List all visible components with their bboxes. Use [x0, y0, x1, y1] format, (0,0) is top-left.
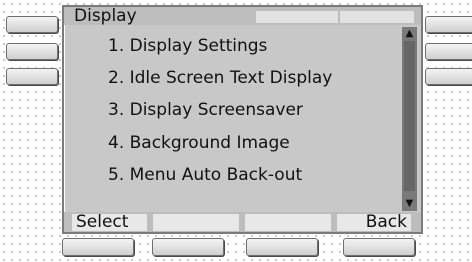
header-tab-segment	[340, 11, 414, 23]
line-key-left-3[interactable]	[6, 68, 58, 85]
line-key-right-1[interactable]	[425, 16, 472, 33]
hard-softkey-1[interactable]	[62, 238, 134, 256]
arrow-down-icon[interactable]: ▼	[402, 199, 417, 209]
hard-softkey-4[interactable]	[343, 238, 415, 256]
menu-list: 1. Display Settings 2. Idle Screen Text …	[64, 27, 402, 211]
softkey-2[interactable]	[153, 214, 239, 231]
menu-item-background-image[interactable]: 4. Background Image	[108, 133, 290, 153]
arrow-up-icon[interactable]: ▲	[402, 29, 417, 39]
header-tab-segment	[256, 11, 338, 23]
hard-softkey-2[interactable]	[152, 238, 224, 256]
softkey-3[interactable]	[245, 214, 331, 231]
softkey-back[interactable]: Back	[337, 214, 411, 231]
line-key-left-1[interactable]	[6, 16, 58, 33]
display-header: Display	[64, 6, 421, 26]
menu-item-menu-auto-back-out[interactable]: 5. Menu Auto Back-out	[108, 165, 302, 185]
softkey-bar: Select Back	[64, 212, 421, 232]
line-key-right-3[interactable]	[425, 68, 472, 85]
screen-title: Display	[74, 6, 137, 26]
scroll-thumb[interactable]	[404, 41, 415, 191]
phone-display: Display 1. Display Settings 2. Idle Scre…	[62, 5, 423, 234]
menu-item-idle-screen-text-display[interactable]: 2. Idle Screen Text Display	[108, 68, 332, 88]
menu-item-display-settings[interactable]: 1. Display Settings	[108, 36, 267, 56]
line-key-left-2[interactable]	[6, 43, 58, 60]
hard-softkey-3[interactable]	[246, 238, 318, 256]
menu-item-display-screensaver[interactable]: 3. Display Screensaver	[108, 100, 303, 120]
line-key-right-2[interactable]	[425, 43, 472, 60]
scrollbar[interactable]: ▲ ▼	[402, 27, 417, 211]
softkey-select[interactable]: Select	[72, 214, 147, 231]
